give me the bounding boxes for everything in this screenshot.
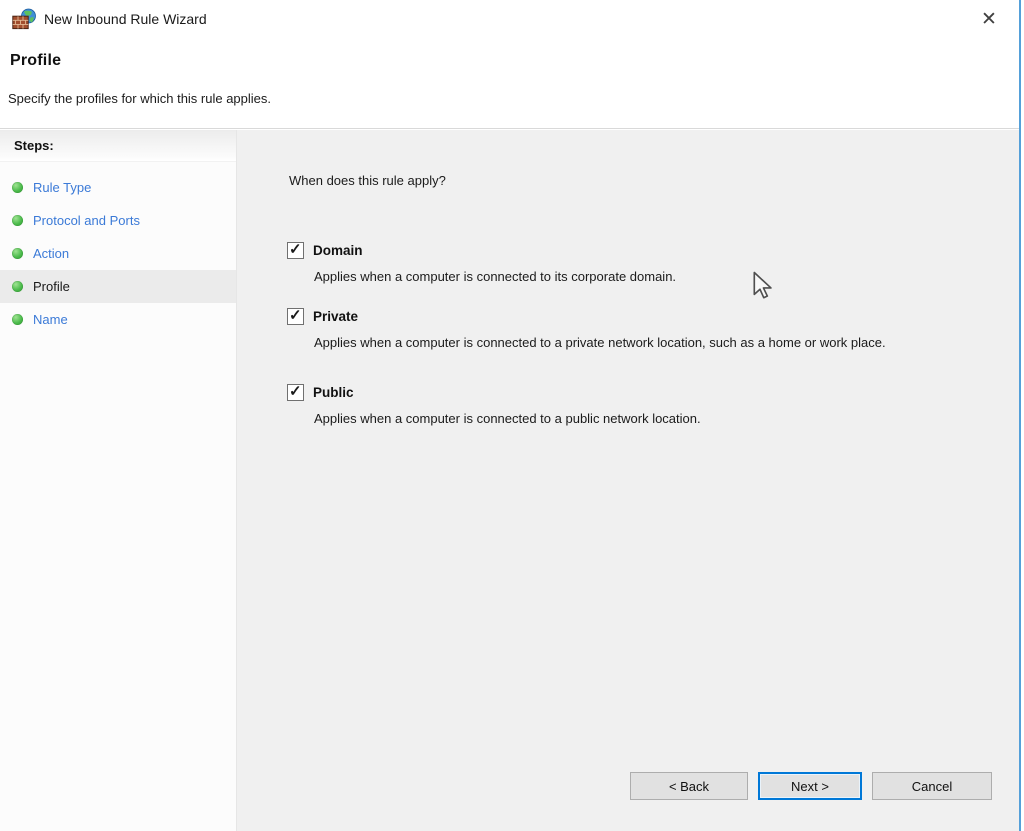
window-accent-border	[1019, 0, 1021, 831]
close-icon[interactable]: ✕	[975, 6, 1003, 34]
public-checkbox-label[interactable]: Public	[313, 385, 354, 400]
domain-checkbox[interactable]: ✓	[287, 242, 304, 259]
question-text: When does this rule apply?	[289, 173, 446, 188]
public-description: Applies when a computer is connected to …	[314, 410, 926, 427]
sidebar-item-rule-type[interactable]: Rule Type	[0, 171, 236, 204]
domain-checkbox-label[interactable]: Domain	[313, 243, 363, 258]
profile-option-public: ✓ Public Applies when a computer is conn…	[287, 384, 926, 427]
sidebar-item-action[interactable]: Action	[0, 237, 236, 270]
sidebar-item-label: Protocol and Ports	[33, 213, 140, 228]
checkmark-icon: ✓	[289, 306, 302, 324]
titlebar: New Inbound Rule Wizard ✕	[0, 0, 1019, 40]
sidebar-item-label: Name	[33, 312, 68, 327]
checkmark-icon: ✓	[289, 382, 302, 400]
profile-option-private: ✓ Private Applies when a computer is con…	[287, 308, 926, 351]
sidebar-item-label: Profile	[33, 279, 70, 294]
steps-sidebar: Steps: Rule Type Protocol and Ports Acti…	[0, 130, 237, 831]
step-complete-bullet-icon	[12, 248, 23, 259]
firewall-icon	[12, 8, 36, 32]
page-subtitle: Specify the profiles for which this rule…	[8, 91, 271, 106]
sidebar-item-label: Rule Type	[33, 180, 91, 195]
sidebar-item-label: Action	[33, 246, 69, 261]
window-title: New Inbound Rule Wizard	[44, 11, 207, 27]
back-button[interactable]: < Back	[630, 772, 748, 800]
steps-list: Rule Type Protocol and Ports Action Prof…	[0, 162, 236, 336]
step-complete-bullet-icon	[12, 182, 23, 193]
cancel-button[interactable]: Cancel	[872, 772, 992, 800]
sidebar-item-protocol-and-ports[interactable]: Protocol and Ports	[0, 204, 236, 237]
public-checkbox[interactable]: ✓	[287, 384, 304, 401]
checkmark-icon: ✓	[289, 240, 302, 258]
step-complete-bullet-icon	[12, 215, 23, 226]
profile-option-domain: ✓ Domain Applies when a computer is conn…	[287, 242, 926, 285]
step-complete-bullet-icon	[12, 281, 23, 292]
step-complete-bullet-icon	[12, 314, 23, 325]
page-title: Profile	[10, 52, 61, 70]
sidebar-item-name[interactable]: Name	[0, 303, 236, 336]
domain-description: Applies when a computer is connected to …	[314, 268, 926, 285]
wizard-header: New Inbound Rule Wizard ✕ Profile Specif…	[0, 0, 1019, 129]
main-panel: When does this rule apply? ✓ Domain Appl…	[237, 130, 1019, 831]
wizard-body: Steps: Rule Type Protocol and Ports Acti…	[0, 130, 1019, 831]
private-description: Applies when a computer is connected to …	[314, 334, 926, 351]
wizard-window: New Inbound Rule Wizard ✕ Profile Specif…	[0, 0, 1024, 831]
next-button[interactable]: Next >	[758, 772, 862, 800]
private-checkbox-label[interactable]: Private	[313, 309, 358, 324]
sidebar-item-profile[interactable]: Profile	[0, 270, 236, 303]
private-checkbox[interactable]: ✓	[287, 308, 304, 325]
steps-heading: Steps:	[0, 130, 236, 162]
